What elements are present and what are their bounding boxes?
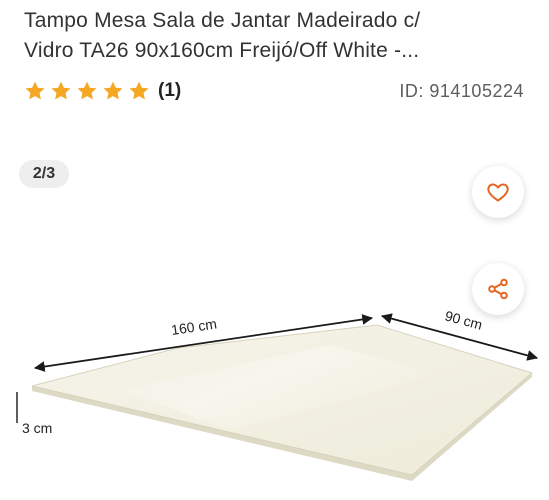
width-dimension-label: 90 cm: [443, 307, 484, 332]
height-dimension-label: 3 cm: [22, 420, 52, 436]
star-icon: [51, 81, 71, 100]
share-button[interactable]: [472, 263, 524, 315]
product-title: Tampo Mesa Sala de Jantar Madeirado c/ V…: [24, 6, 524, 66]
tabletop-illustration: [31, 324, 534, 481]
favorite-button[interactable]: [472, 166, 524, 218]
star-icon: [103, 81, 123, 100]
star-icon: [25, 81, 45, 100]
star-rating[interactable]: [24, 80, 150, 102]
star-icon: [129, 81, 149, 100]
star-icon: [77, 81, 97, 100]
length-dimension-label: 160 cm: [170, 315, 218, 338]
rating-row: (1) ID: 914105224: [24, 77, 524, 105]
product-image-gallery[interactable]: 160 cm 90 cm 3 cm 2/3: [0, 140, 549, 500]
product-title-line-1: Tampo Mesa Sala de Jantar Madeirado c/: [24, 9, 421, 32]
share-icon: [488, 278, 508, 300]
review-count-link[interactable]: (1): [158, 80, 181, 102]
heart-icon: [487, 183, 509, 202]
image-pager: 2/3: [19, 160, 69, 188]
product-id: ID: 914105224: [399, 80, 524, 101]
product-title-line-2: Vidro TA26 90x160cm Freijó/Off White -..…: [24, 39, 420, 62]
product-image[interactable]: 160 cm 90 cm 3 cm: [0, 140, 549, 500]
